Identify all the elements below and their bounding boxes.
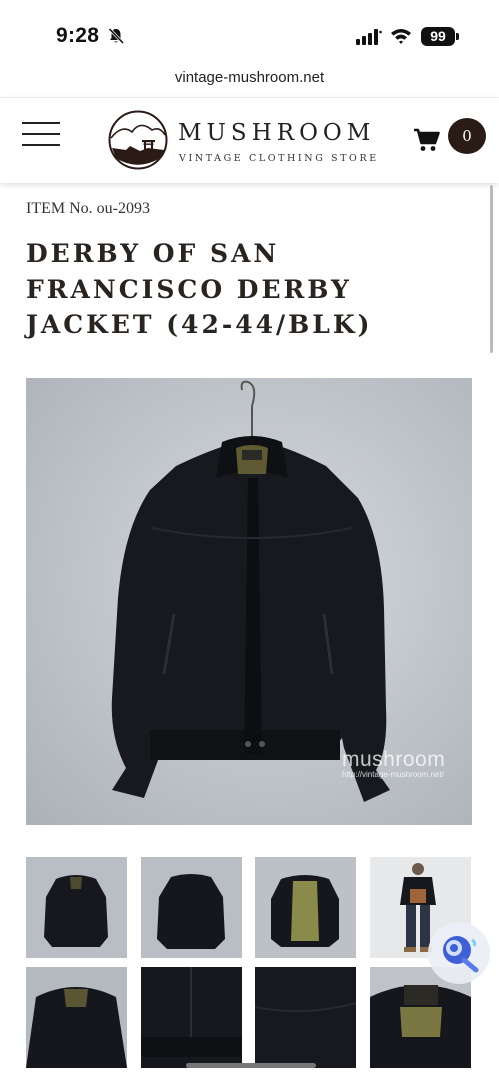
bell-slash-icon [108,27,125,45]
thumbnail-jacket-front[interactable] [26,857,127,958]
thumbnail-collar-detail[interactable] [26,967,127,1068]
wifi-icon [391,29,411,44]
hamburger-menu-icon[interactable] [22,122,60,150]
status-bar: 9:28 99 [0,0,499,58]
watermark-name: mushroom [342,748,446,771]
address-bar[interactable]: vintage-mushroom.net [0,58,499,98]
brand-tagline: VINTAGE CLOTHING STORE [179,153,379,164]
cart-count-badge[interactable]: 0 [448,118,486,154]
home-indicator[interactable] [186,1063,316,1068]
signal-icon [356,29,382,45]
battery-nub [456,33,459,40]
shopping-cart-icon[interactable] [413,127,441,153]
product-title: DERBY OF SAN FRANCISCO DERBY JACKET (42-… [26,239,373,339]
product-main-image[interactable]: mushroom http://vintage-mushroom.net/ [26,378,472,825]
photo-watermark: mushroom http://vintage-mushroom.net/ [342,748,445,779]
scrollbar[interactable] [490,185,493,353]
brand-logo[interactable]: MUSHROOM VINTAGE CLOTHING STORE [108,110,398,172]
mountain-logo-icon [108,110,168,170]
brand-name: MUSHROOM [178,120,376,146]
item-number: ITEM No. ou-2093 [26,200,150,217]
assistant-icon [443,936,479,973]
watermark-url: http://vintage-mushroom.net/ [342,770,444,779]
thumbnail-jacket-back[interactable] [141,857,242,958]
thumbnail-hem-detail[interactable] [141,967,242,1068]
url-text[interactable]: vintage-mushroom.net [175,69,324,86]
battery-icon: 99 [421,27,455,46]
thumbnail-jacket-open-lining[interactable] [255,857,356,958]
thumbnail-fabric-detail[interactable] [255,967,356,1068]
site-header: MUSHROOM VINTAGE CLOTHING STORE [0,97,499,183]
status-time: 9:28 [56,24,100,47]
assistant-floating-button[interactable] [428,922,490,984]
